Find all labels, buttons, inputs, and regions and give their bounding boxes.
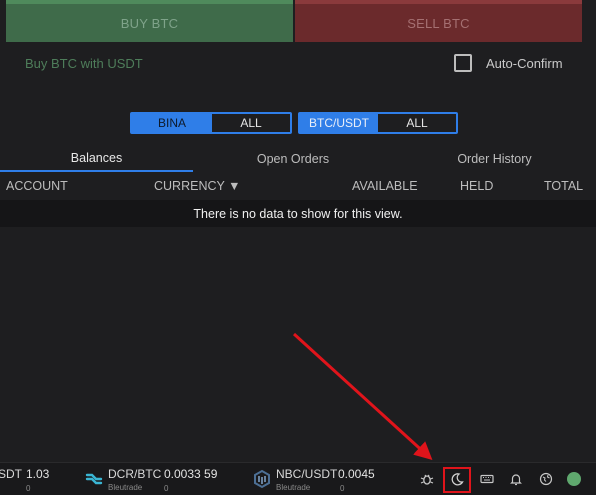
column-available[interactable]: AVAILABLE [352,179,418,193]
ticker-pair: NBC/USDT [276,467,338,481]
bell-icon[interactable] [508,471,524,487]
column-total[interactable]: TOTAL [544,179,583,193]
auto-confirm-label: Auto-Confirm [486,55,563,71]
tabs: Balances Open Orders Order History [0,146,596,172]
column-account[interactable]: ACCOUNT [6,179,68,193]
globe-icon[interactable] [538,471,554,487]
column-currency[interactable]: CURRENCY ▼ [154,179,240,193]
connection-status-dot [567,472,581,486]
sell-button[interactable]: SELL BTC [295,0,582,42]
ticker-price: 1.03 [26,467,50,481]
buy-button[interactable]: BUY BTC [6,0,293,42]
keyboard-icon[interactable] [479,471,495,487]
ticker-2[interactable]: NBC/USDT Bleutrade 0.0045 0 [276,467,375,493]
highlight-box [443,467,471,493]
empty-message: There is no data to show for this view. [0,200,596,227]
market-filter: BTC/USDT ALL [298,112,458,134]
ticker-price: 0.0033 59 [164,467,218,481]
status-bar: SDT 1.03 0 DCR/BTC Bleutrade 0.0033 59 0… [0,462,596,495]
exchange-filter-bina[interactable]: BINA [132,114,212,132]
dcr-coin-icon [85,473,103,485]
annotation-arrow [292,332,433,461]
ticker-1[interactable]: DCR/BTC Bleutrade 0.0033 59 0 [108,467,217,493]
market-filter-all[interactable]: ALL [378,114,456,132]
auto-confirm[interactable]: Auto-Confirm [454,54,563,72]
ticker-pair: SDT [0,467,22,481]
ticker-price: 0.0045 [338,467,375,481]
exchange-filter-all[interactable]: ALL [212,114,290,132]
buy-with-label: Buy BTC with USDT [25,56,143,71]
trade-buttons: BUY BTC SELL BTC [6,0,582,42]
tab-balances[interactable]: Balances [0,146,193,172]
bug-icon[interactable] [419,471,435,487]
table-header: ACCOUNT CURRENCY ▼ AVAILABLE HELD TOTAL [0,176,596,198]
ticker-change: 0 [26,484,31,493]
ticker-exchange: Bleutrade [108,483,143,492]
market-filter-pair[interactable]: BTC/USDT [300,114,378,132]
tab-open-orders[interactable]: Open Orders [193,146,393,172]
ticker-change: 0 [164,484,169,493]
nbc-coin-icon [254,469,270,489]
ticker-0[interactable]: SDT 1.03 0 [0,467,49,493]
column-held[interactable]: HELD [460,179,493,193]
ticker-pair: DCR/BTC [108,467,162,481]
tab-order-history[interactable]: Order History [393,146,596,172]
ticker-change: 0 [340,484,345,493]
auto-confirm-checkbox[interactable] [454,54,472,72]
exchange-filter: BINA ALL [130,112,292,134]
ticker-exchange: Bleutrade [276,483,311,492]
